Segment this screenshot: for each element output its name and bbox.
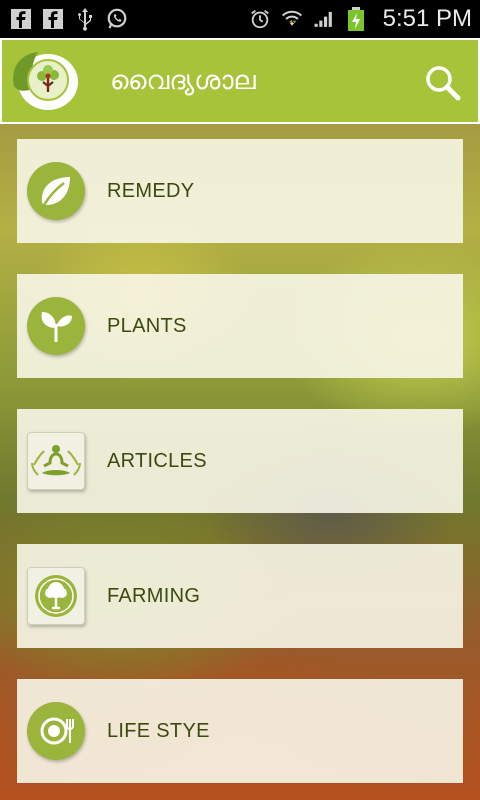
app-title: വൈദ്യശാല xyxy=(110,66,256,96)
menu-item-remedy[interactable]: REMEDY xyxy=(17,139,463,243)
menu-item-label: FARMING xyxy=(107,584,201,607)
system-icons: 5:51 PM xyxy=(249,5,472,33)
facebook-icon xyxy=(10,8,32,30)
search-icon xyxy=(426,66,461,101)
menu-item-label: REMEDY xyxy=(107,179,195,202)
search-button[interactable] xyxy=(424,64,462,102)
whatsapp-icon xyxy=(106,8,128,30)
sprout-icon xyxy=(27,297,85,355)
battery-charging-icon xyxy=(345,7,367,31)
facebook-icon xyxy=(42,8,64,30)
menu-item-articles[interactable]: ARTICLES xyxy=(17,409,463,513)
status-time: 5:51 PM xyxy=(382,5,472,32)
menu-item-farming[interactable]: FARMING xyxy=(17,544,463,648)
food-plate-icon xyxy=(27,702,85,760)
usb-icon xyxy=(74,8,96,31)
leaf-icon xyxy=(27,162,85,220)
menu-item-lifestyle[interactable]: LIFE STYE xyxy=(17,679,463,783)
tree-icon xyxy=(27,567,85,625)
menu-item-plants[interactable]: PLANTS xyxy=(17,274,463,378)
status-bar: 5:51 PM xyxy=(0,0,480,38)
meditation-icon xyxy=(27,432,85,490)
app-logo-icon xyxy=(8,48,80,114)
wifi-icon xyxy=(281,8,303,30)
menu-item-label: ARTICLES xyxy=(107,449,207,472)
alarm-icon xyxy=(249,8,271,30)
app-bar: വൈദ്യശാല xyxy=(0,38,480,124)
menu-item-label: LIFE STYE xyxy=(107,719,210,742)
notification-icons xyxy=(10,8,128,31)
main-menu: REMEDY PLANTS ARTICLES FARMING LIFE STYE xyxy=(17,139,463,800)
signal-icon xyxy=(313,8,335,30)
menu-item-label: PLANTS xyxy=(107,314,187,337)
